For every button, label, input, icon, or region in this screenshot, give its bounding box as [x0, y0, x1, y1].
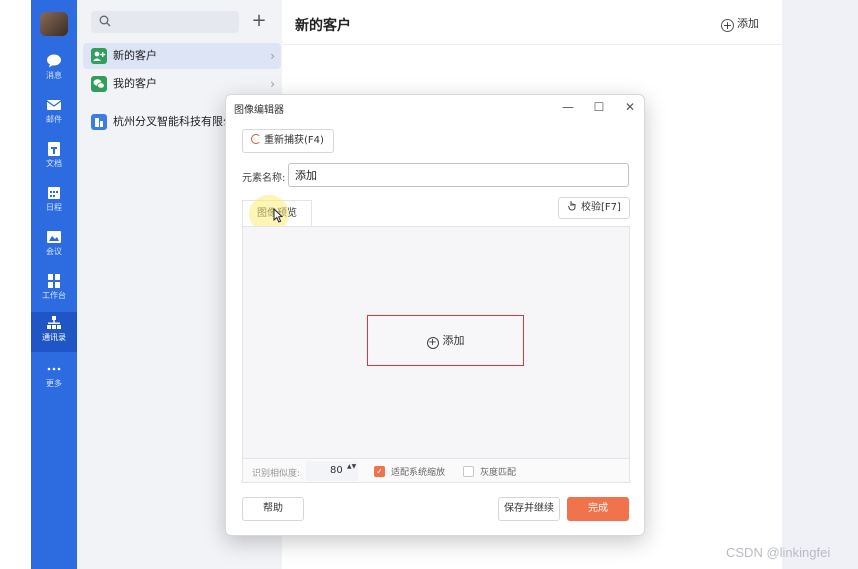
adapt-scaling-checkbox[interactable]: ✓: [374, 466, 385, 477]
left-gutter: [0, 0, 31, 569]
add-customer-label: 添加: [737, 17, 759, 30]
rail-label: 消息: [46, 71, 62, 80]
rail-item-more[interactable]: 更多: [31, 358, 77, 398]
grayscale-label: 灰度匹配: [480, 468, 517, 478]
similarity-stepper[interactable]: 80 ▲▼: [306, 461, 358, 481]
captured-element-label: 添加: [442, 334, 465, 347]
add-button[interactable]: +: [249, 10, 269, 32]
done-button[interactable]: 完成: [567, 497, 629, 521]
mail-icon: [46, 100, 62, 110]
add-circle-icon: +: [426, 337, 439, 349]
rail-label: 文档: [46, 159, 62, 168]
element-name-field[interactable]: [288, 163, 629, 187]
add-customer-button[interactable]: + 添加: [721, 15, 759, 32]
minimize-button[interactable]: —: [558, 99, 578, 115]
rail-item-docs[interactable]: 文档: [31, 138, 77, 178]
rail-label: 通讯录: [42, 333, 66, 342]
workbench-grid-icon: [48, 274, 60, 288]
dialog-title: 图像编辑器: [234, 105, 284, 116]
similarity-value: 80: [330, 465, 343, 476]
rail-label: 工作台: [42, 291, 66, 300]
refresh-icon: [251, 134, 261, 144]
meeting-icon: [47, 231, 61, 243]
calendar-icon: [48, 187, 60, 199]
image-preview-area: + 添加: [242, 226, 630, 459]
similarity-label: 识别相似度:: [252, 469, 301, 479]
company-icon: [91, 114, 107, 130]
chat-bubble-icon: [47, 54, 61, 68]
recapture-label: 重新捕获(F4): [264, 135, 324, 146]
divider: [282, 44, 782, 45]
element-name-label: 元素名称:: [242, 173, 286, 184]
rail-label: 邮件: [46, 115, 62, 124]
org-chart-icon: [47, 316, 61, 329]
list-item-label: 我的客户: [113, 77, 157, 90]
captured-element-preview: + 添加: [367, 315, 524, 366]
maximize-button[interactable]: ☐: [589, 99, 609, 115]
verify-label: 校验[F7]: [581, 202, 621, 213]
rail-item-meeting[interactable]: 会议: [31, 226, 77, 266]
rail-item-mail[interactable]: 邮件: [31, 94, 77, 134]
wechat-icon: [91, 76, 107, 92]
page-title: 新的客户: [295, 18, 351, 34]
search-input[interactable]: [91, 11, 239, 33]
rail-item-calendar[interactable]: 日程: [31, 182, 77, 222]
add-circle-icon: +: [721, 19, 734, 32]
rail-label: 更多: [46, 379, 62, 388]
list-item-new-customers[interactable]: 新的客户 ›: [83, 43, 281, 69]
right-gutter: [782, 0, 858, 569]
rail-item-contacts[interactable]: 通讯录: [31, 312, 77, 352]
chevron-right-icon: ›: [270, 49, 275, 63]
search-icon: [99, 15, 111, 27]
stepper-arrows-icon: ▲▼: [347, 463, 357, 470]
help-button[interactable]: 帮助: [242, 497, 304, 521]
recapture-button[interactable]: 重新捕获(F4): [242, 129, 334, 153]
image-editor-dialog: 图像编辑器 — ☐ ✕ 重新捕获(F4) 元素名称: 图像预览 校验[F7] +…: [225, 94, 645, 536]
new-customer-icon: [91, 48, 107, 64]
rail-label: 日程: [46, 203, 62, 212]
save-and-continue-button[interactable]: 保存并继续: [498, 497, 560, 521]
more-dots-icon: [47, 367, 61, 371]
watermark: CSDN @linkingfei: [726, 545, 831, 560]
hand-pointer-icon: [568, 201, 576, 211]
document-icon: [48, 142, 60, 156]
close-button[interactable]: ✕: [620, 99, 640, 115]
verify-button[interactable]: 校验[F7]: [558, 197, 630, 219]
nav-rail: 消息 邮件 文档 日程 会议 工作台 通讯录 更多: [31, 0, 77, 569]
rail-label: 会议: [46, 247, 62, 256]
mouse-cursor-icon: [273, 208, 283, 223]
list-item-label: 新的客户: [113, 49, 157, 62]
rail-item-messages[interactable]: 消息: [31, 50, 77, 90]
adapt-scaling-label: 适配系统缩放: [391, 468, 446, 478]
rail-item-workbench[interactable]: 工作台: [31, 270, 77, 310]
grayscale-checkbox[interactable]: [463, 466, 474, 477]
avatar[interactable]: [40, 12, 68, 36]
